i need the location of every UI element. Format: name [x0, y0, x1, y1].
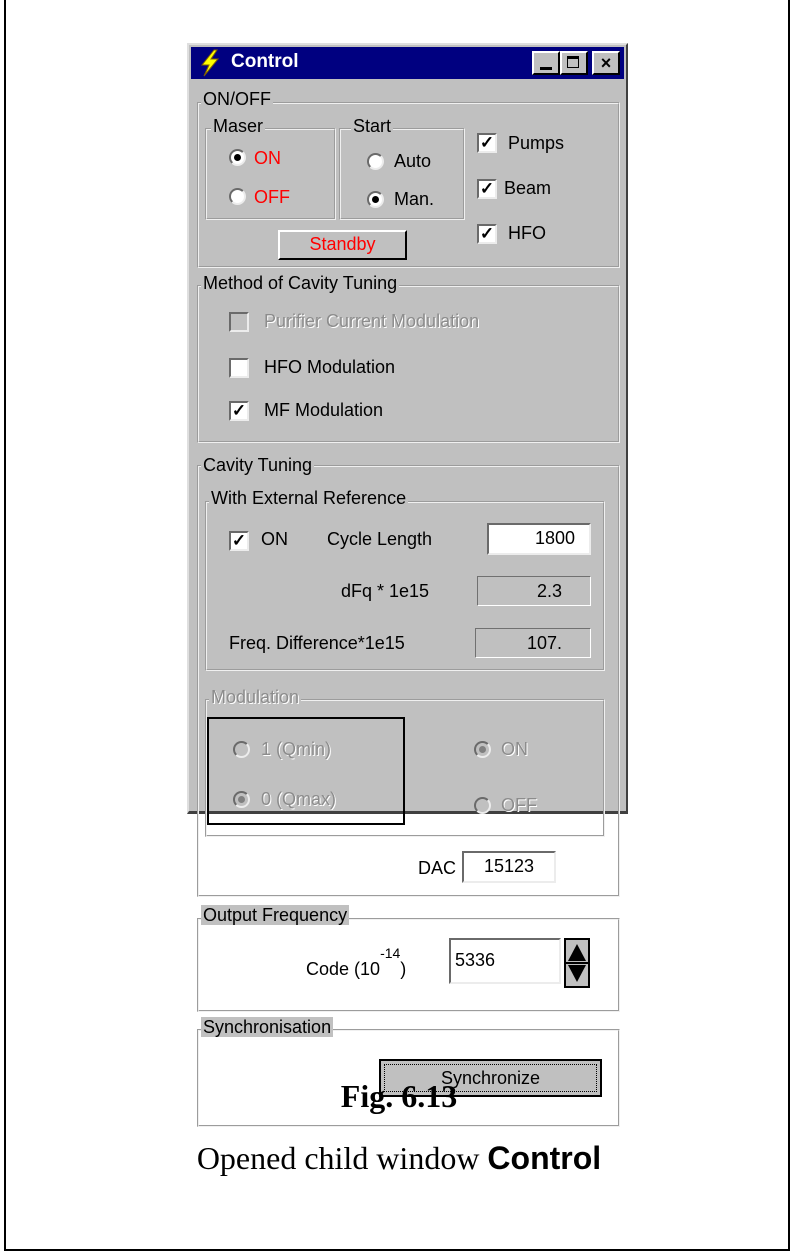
qmax-label: 0 (Qmax)	[261, 789, 337, 809]
figure-number: Fig. 6.13	[340, 1078, 458, 1114]
start-man-label: Man.	[394, 189, 435, 209]
onoff-group-label: ON/OFF	[201, 89, 273, 109]
sync-group-label: Synchronisation	[201, 1017, 334, 1037]
maser-off-label: OFF	[254, 187, 290, 207]
ext-ref-group-label: With External Reference	[209, 488, 409, 508]
purifier-label: Purifier Current Modulation	[264, 311, 480, 331]
code-label-base: Code (10	[306, 959, 381, 979]
lightning-icon	[200, 49, 220, 77]
maximize-button[interactable]	[560, 51, 588, 75]
modulation-group-label: Modulation	[209, 687, 302, 707]
minimize-icon	[540, 67, 552, 70]
qmax-radio[interactable]	[233, 791, 250, 808]
code-label-close: )	[400, 959, 407, 979]
freq-difference-label: Freq. Difference*1e15	[229, 633, 405, 653]
beam-label: Beam	[504, 178, 552, 198]
start-auto-label: Auto	[394, 151, 432, 171]
modulation-off-label: OFF	[501, 795, 537, 815]
dac-field[interactable]: 15123	[462, 851, 556, 883]
standby-button[interactable]: Standby	[278, 230, 407, 260]
maximize-icon	[567, 56, 579, 68]
spinner-arrows-icon	[566, 944, 588, 982]
hfo-modulation-label: HFO Modulation	[264, 357, 396, 377]
ext-on-checkbox[interactable]: ✓	[229, 531, 249, 551]
title-bar[interactable]: Control ×	[191, 47, 624, 79]
modulation-on-radio[interactable]	[474, 741, 491, 758]
pumps-label: Pumps	[508, 133, 565, 153]
maser-on-radio[interactable]	[229, 149, 246, 166]
close-icon: ×	[600, 53, 612, 73]
mf-modulation-checkbox[interactable]: ✓	[229, 401, 249, 421]
freq-difference-value: 107.	[475, 628, 591, 658]
code-exponent: -14	[380, 945, 401, 961]
close-button[interactable]: ×	[592, 51, 620, 75]
code-label: Code (10-14)	[306, 945, 407, 979]
modulation-on-label: ON	[501, 739, 528, 759]
minimize-button[interactable]	[532, 51, 560, 75]
control-window: Control × ON/OFF Maser ON OFF Start Auto…	[187, 43, 628, 1127]
dac-label: DAC	[418, 858, 457, 878]
dfq-label: dFq * 1e15	[341, 581, 430, 601]
figure-caption: Opened child window Control	[0, 1140, 798, 1177]
qmin-label: 1 (Qmin)	[261, 739, 332, 759]
maser-on-label: ON	[254, 148, 281, 168]
code-spinner[interactable]	[564, 938, 590, 988]
figure-caption-text: Opened child window	[196, 1140, 488, 1176]
dfq-value: 2.3	[477, 576, 591, 606]
cavity-group-label: Cavity Tuning	[201, 455, 315, 475]
cycle-length-label: Cycle Length	[327, 529, 433, 549]
method-group	[197, 285, 620, 443]
window-title: Control	[231, 51, 299, 72]
start-man-radio[interactable]	[367, 191, 384, 208]
beam-checkbox[interactable]: ✓	[477, 179, 497, 199]
purifier-checkbox[interactable]	[229, 312, 249, 332]
mf-modulation-label: MF Modulation	[264, 400, 384, 420]
output-frequency-label: Output Frequency	[201, 905, 350, 925]
ext-on-label: ON	[261, 529, 288, 549]
modulation-off-radio[interactable]	[474, 797, 491, 814]
maser-group-label: Maser	[211, 116, 266, 136]
start-group-label: Start	[351, 116, 394, 136]
cycle-length-field[interactable]: 1800	[487, 523, 591, 555]
maser-off-radio[interactable]	[229, 188, 246, 205]
hfo-modulation-checkbox[interactable]	[229, 358, 249, 378]
hfo-label: HFO	[508, 223, 546, 243]
code-field[interactable]: 5336	[449, 938, 561, 984]
hfo-checkbox[interactable]: ✓	[477, 224, 497, 244]
start-auto-radio[interactable]	[367, 153, 384, 170]
method-group-label: Method of Cavity Tuning	[201, 273, 400, 293]
pumps-checkbox[interactable]: ✓	[477, 133, 497, 153]
figure-caption-bold: Control	[487, 1140, 602, 1176]
qmin-radio[interactable]	[233, 741, 250, 758]
